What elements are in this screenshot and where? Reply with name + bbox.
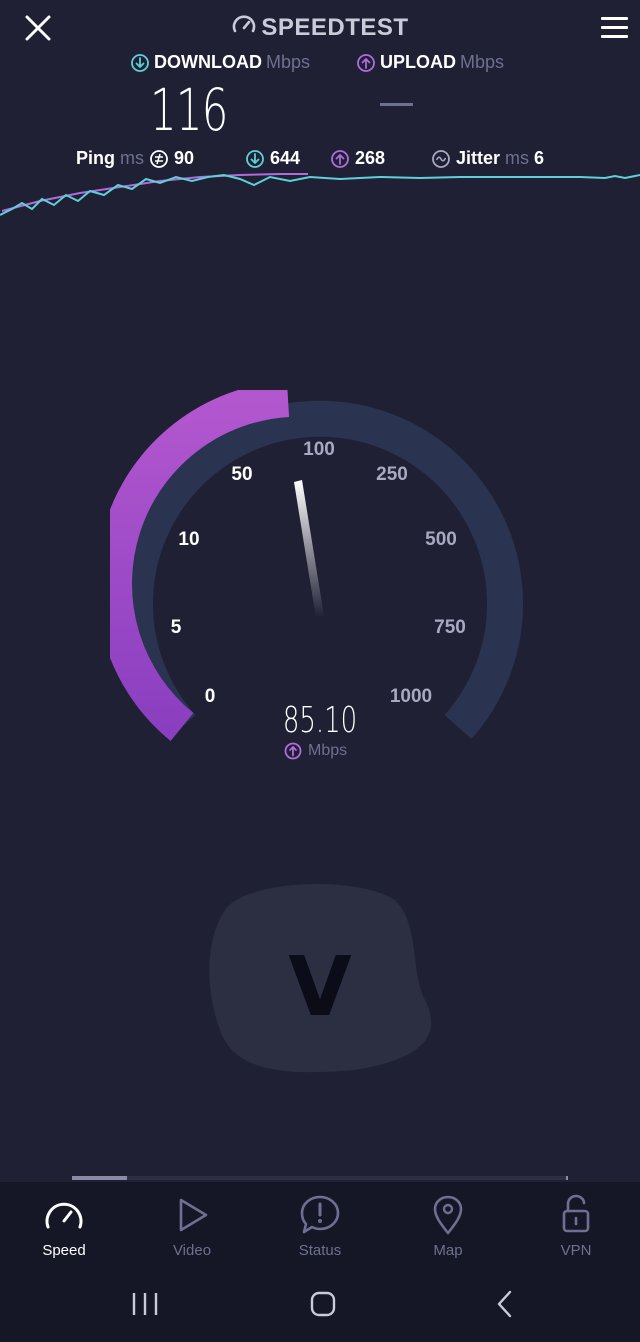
tab-status[interactable]: Status — [270, 1190, 370, 1259]
back-icon — [497, 1290, 512, 1318]
tick-label-10: 10 — [178, 529, 199, 550]
tab-speed[interactable]: Speed — [14, 1190, 114, 1259]
tab-vpn[interactable]: VPN — [526, 1190, 626, 1259]
speedometer-icon — [45, 1202, 83, 1229]
hamburger-menu-icon — [601, 17, 628, 38]
tick-label-100: 100 — [303, 439, 335, 460]
tab-video[interactable]: Video — [142, 1190, 242, 1259]
unlock-icon — [562, 1194, 590, 1233]
alert-icon — [300, 1195, 340, 1234]
tick-label-250: 250 — [376, 464, 408, 485]
menu-button[interactable] — [598, 14, 632, 42]
play-icon — [179, 1198, 208, 1232]
test-progress-fill — [72, 1176, 127, 1180]
upload-arrow-icon — [284, 742, 302, 760]
app-title: SPEEDTEST — [0, 12, 640, 42]
download-label: DOWNLOAD Mbps — [130, 52, 310, 73]
upload-speed-placeholder — [380, 103, 413, 106]
recent-apps-button[interactable] — [125, 1280, 165, 1328]
home-button[interactable] — [303, 1280, 343, 1328]
gauge-track — [117, 400, 523, 739]
tick-label-5: 5 — [171, 617, 182, 638]
upload-arrow-icon — [357, 53, 375, 72]
speedtest-logo-icon — [233, 15, 256, 33]
test-progress-track — [72, 1176, 568, 1180]
back-button[interactable] — [486, 1280, 526, 1328]
tick-label-750: 750 — [434, 617, 466, 638]
current-speed-unit: Mbps — [284, 742, 347, 760]
download-speed-value: 116 — [150, 76, 228, 144]
download-history-line — [0, 173, 640, 216]
current-speed-value: 85.10 — [282, 700, 358, 741]
provider-logo-letter: V — [288, 940, 352, 1035]
recent-apps-icon — [132, 1293, 158, 1315]
speed-gauge: 0 5 10 50 100 250 500 750 1000 — [110, 390, 523, 741]
speed-history-graph — [0, 173, 640, 216]
tick-label-500: 500 — [425, 529, 457, 550]
home-icon — [310, 1291, 336, 1317]
upload-label: UPLOAD Mbps — [356, 52, 504, 73]
gauge-needle — [294, 480, 324, 618]
map-pin-icon — [433, 1195, 463, 1235]
tab-map[interactable]: Map — [398, 1190, 498, 1259]
tick-label-50: 50 — [231, 464, 252, 485]
download-arrow-icon — [131, 53, 149, 72]
upload-history-line — [1, 173, 308, 212]
